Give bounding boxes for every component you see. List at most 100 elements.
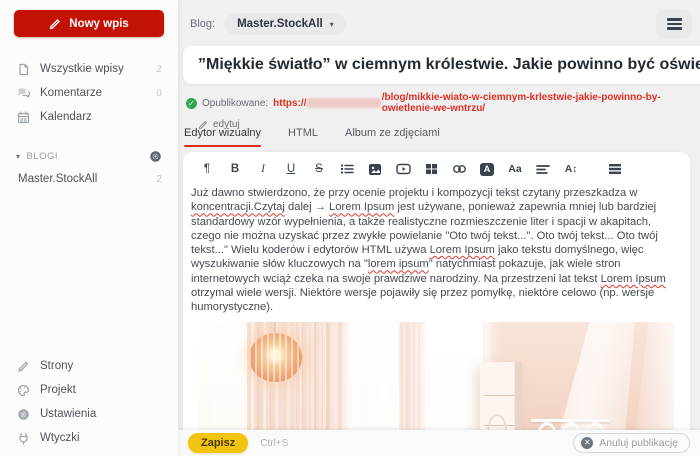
underline-button[interactable]: U bbox=[277, 160, 305, 178]
sidebar-item-label: Kalendarz bbox=[40, 111, 92, 123]
pencil-icon bbox=[16, 359, 30, 373]
sidebar-item-label: Komentarze bbox=[40, 87, 103, 99]
misspelled-word: koncentracji.Czytaj bbox=[191, 201, 285, 214]
post-title-input[interactable]: ”Miękkie światło” w ciemnym królestwie. … bbox=[183, 46, 700, 84]
close-icon: ✕ bbox=[581, 437, 594, 449]
insert-video-button[interactable] bbox=[389, 160, 417, 178]
sidebar-item-count: 2 bbox=[156, 63, 162, 75]
link-icon bbox=[452, 165, 466, 173]
published-url-prefix: https:// bbox=[273, 97, 307, 109]
redacted-url-segment bbox=[307, 98, 381, 108]
paragraph-button[interactable]: ¶ bbox=[193, 160, 221, 178]
sidebar-item-all-posts[interactable]: Wszystkie wpisy 2 bbox=[0, 57, 178, 81]
sidebar-item-blog-master-stockall[interactable]: Master.StockAll 2 bbox=[0, 168, 178, 190]
comments-icon bbox=[16, 86, 30, 100]
editor-card: ¶ B I U S A Aa A↕ Już dawno stwierdzono,… bbox=[183, 152, 690, 456]
misspelled-word: Lorem Ipsum bbox=[329, 201, 395, 214]
tab-html[interactable]: HTML bbox=[288, 127, 318, 147]
blogs-gear-button[interactable] bbox=[149, 150, 162, 163]
text-segment: Już dawno stwierdzono, że przy ocenie pr… bbox=[191, 187, 638, 199]
published-url-link[interactable]: https:// /blog/mikkie-wiato-w-ciemnym-krl… bbox=[273, 92, 700, 114]
text-segment: otrzymał wiele wersji. Niektóre wersje p… bbox=[191, 287, 655, 314]
video-icon bbox=[395, 163, 411, 175]
insert-table-button[interactable] bbox=[417, 160, 445, 178]
document-icon bbox=[16, 62, 30, 76]
save-button[interactable]: Zapisz bbox=[188, 433, 249, 453]
text-color-button[interactable]: A bbox=[473, 160, 501, 178]
published-label: Opublikowane: bbox=[202, 97, 269, 109]
sidebar-item-project[interactable]: Projekt bbox=[0, 378, 178, 402]
image-icon bbox=[369, 163, 381, 175]
misspelled-word: lorem ipsum bbox=[367, 258, 429, 271]
sidebar-item-plugins[interactable]: Wtyczki bbox=[0, 426, 178, 450]
new-post-label: Nowy wpis bbox=[69, 17, 129, 30]
align-button[interactable] bbox=[529, 160, 557, 178]
pencil-icon bbox=[50, 18, 60, 29]
editor-paragraph: Już dawno stwierdzono, że przy ocenie pr… bbox=[191, 186, 682, 315]
published-check-icon: ✓ bbox=[186, 97, 197, 109]
strikethrough-button[interactable]: S bbox=[305, 160, 333, 178]
table-icon bbox=[425, 164, 437, 174]
paragraph-block-icon bbox=[609, 164, 621, 174]
line-height-button[interactable]: A↕ bbox=[557, 160, 585, 178]
blog-selector[interactable]: Master.StockAll ▾ bbox=[225, 13, 346, 35]
font-size-button[interactable]: Aa bbox=[501, 160, 529, 178]
sidebar-item-pages[interactable]: Strony bbox=[0, 354, 178, 378]
new-post-button[interactable]: Nowy wpis bbox=[14, 10, 164, 37]
hamburger-icon bbox=[666, 18, 682, 21]
editor-content-area[interactable]: Już dawno stwierdzono, że przy ocenie pr… bbox=[183, 182, 690, 456]
sidebar-item-calendar[interactable]: Kalendarz bbox=[0, 105, 178, 129]
bold-button[interactable]: B bbox=[221, 160, 249, 178]
pendant-lamp bbox=[249, 332, 302, 382]
calendar-icon bbox=[16, 110, 30, 124]
italic-button[interactable]: I bbox=[249, 160, 277, 178]
gear-icon bbox=[16, 407, 30, 421]
sidebar-item-label: Strony bbox=[40, 360, 74, 372]
blogs-section-label: BLOGI bbox=[26, 151, 59, 162]
palette-icon bbox=[16, 383, 30, 397]
sidebar-item-label: Ustawienia bbox=[40, 408, 97, 420]
sidebar-item-label: Wtyczki bbox=[40, 432, 80, 444]
bullet-list-icon bbox=[341, 164, 354, 174]
published-block: ✓ Opublikowane: https:// /blog/mikkie-wia… bbox=[186, 92, 700, 130]
sidebar: Nowy wpis Wszystkie wpisy 2 Komentarze 0… bbox=[0, 0, 178, 456]
tab-visual-editor[interactable]: Edytor wizualny bbox=[184, 127, 262, 147]
blog-name: Master.StockAll bbox=[18, 173, 98, 185]
text-color-icon: A bbox=[480, 162, 494, 176]
published-url-path: /blog/mikkie-wiato-w-ciemnym-krlestwie-j… bbox=[381, 92, 661, 114]
sidebar-item-label: Projekt bbox=[40, 384, 76, 396]
blogs-section-header[interactable]: ▾ BLOGI bbox=[0, 145, 178, 168]
collapse-icon: ▾ bbox=[16, 152, 21, 161]
tab-photo-album[interactable]: Album ze zdjęciami bbox=[345, 127, 440, 147]
sidebar-item-label: Wszystkie wpisy bbox=[40, 63, 124, 75]
misspelled-word: Lorem Ipsum bbox=[600, 272, 666, 285]
blog-count: 2 bbox=[156, 173, 162, 185]
insert-image-button[interactable] bbox=[361, 160, 389, 178]
editor-footer: Zapisz Ctrl+S ✕ Anuluj publikację bbox=[178, 430, 700, 456]
cancel-publication-button[interactable]: ✕ Anuluj publikację bbox=[573, 433, 690, 453]
blog-label: Blog: bbox=[190, 18, 216, 30]
menu-button[interactable] bbox=[656, 10, 692, 38]
chevron-down-icon: ▾ bbox=[329, 19, 334, 29]
cancel-publication-label: Anuluj publikację bbox=[599, 437, 678, 449]
sidebar-item-count: 0 bbox=[156, 87, 162, 99]
misspelled-word: Lorem Ipsum bbox=[429, 244, 495, 257]
align-left-icon bbox=[536, 164, 550, 174]
plug-icon bbox=[16, 431, 30, 445]
text-segment: dalej → bbox=[284, 201, 330, 214]
gear-icon bbox=[150, 151, 161, 162]
main-area: Blog: Master.StockAll ▾ ”Miękkie światło… bbox=[178, 0, 700, 456]
editor-toolbar: ¶ B I U S A Aa A↕ bbox=[183, 152, 690, 182]
sidebar-item-comments[interactable]: Komentarze 0 bbox=[0, 81, 178, 105]
blog-selector-value: Master.StockAll bbox=[237, 18, 323, 30]
bullet-list-button[interactable] bbox=[333, 160, 361, 178]
save-shortcut-hint: Ctrl+S bbox=[260, 437, 289, 449]
sidebar-nav: Wszystkie wpisy 2 Komentarze 0 Kalendarz bbox=[0, 57, 178, 129]
editor-tabs: Edytor wizualny HTML Album ze zdjęciami bbox=[184, 127, 440, 147]
sidebar-item-settings[interactable]: Ustawienia bbox=[0, 402, 178, 426]
paragraph-styles-button[interactable] bbox=[601, 160, 629, 178]
sidebar-bottom-nav: Strony Projekt Ustawienia Wtyczki bbox=[0, 354, 178, 450]
insert-link-button[interactable] bbox=[445, 160, 473, 178]
post-title-text: ”Miękkie światło” w ciemnym królestwie. … bbox=[198, 56, 700, 73]
